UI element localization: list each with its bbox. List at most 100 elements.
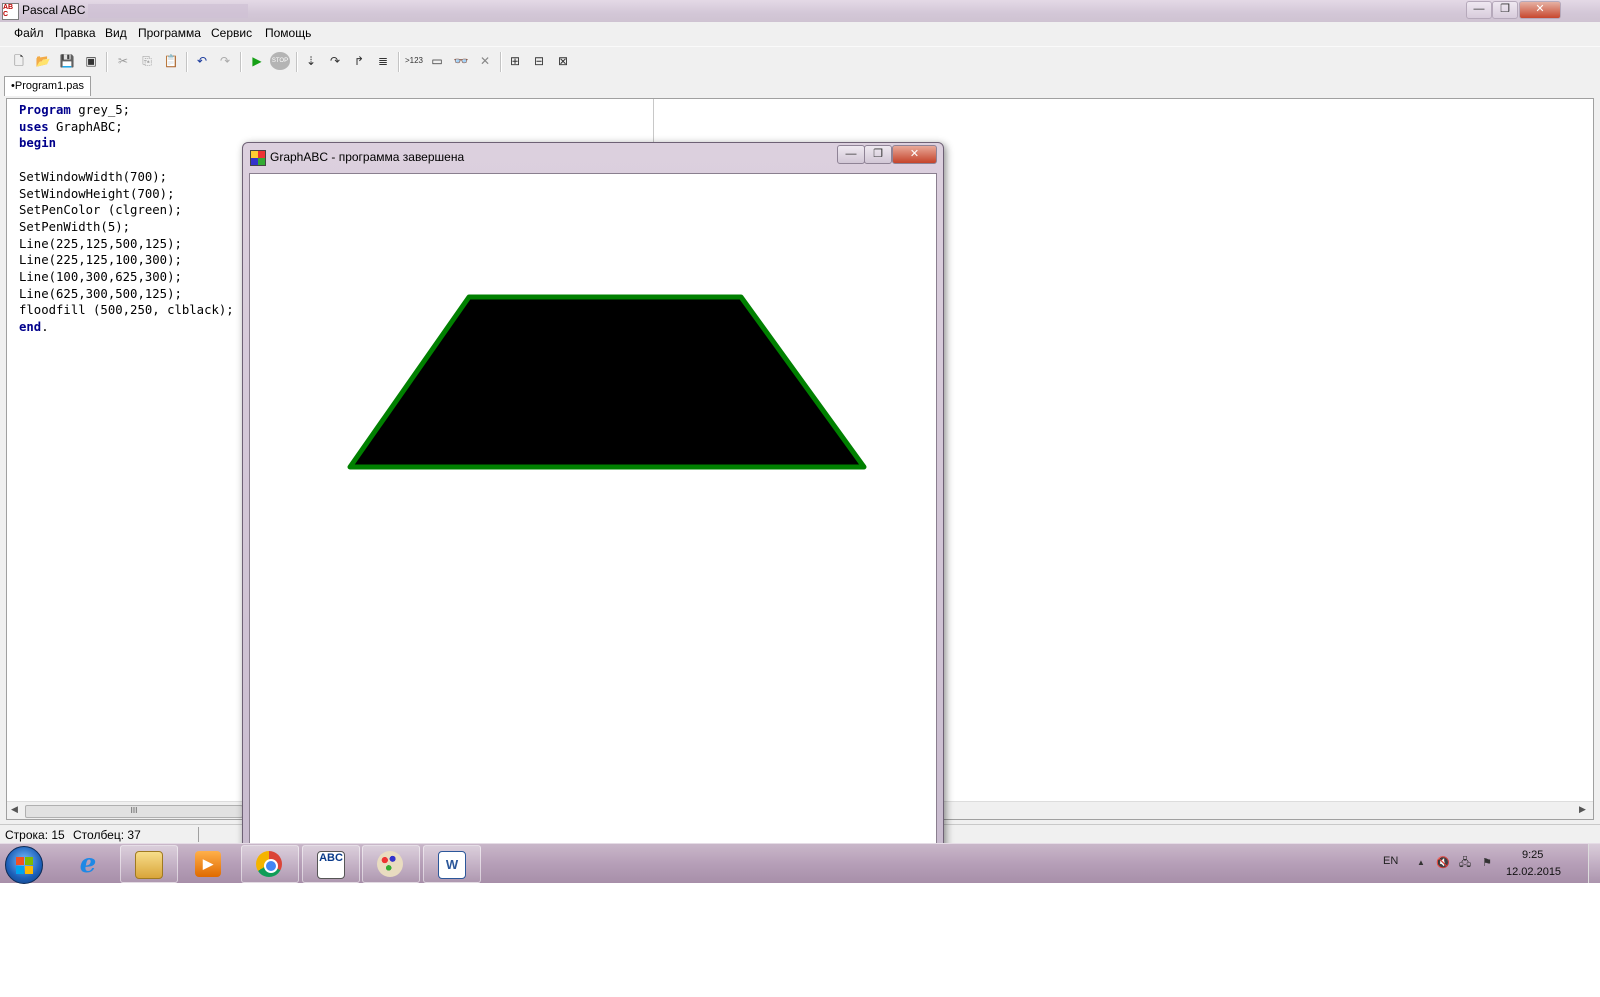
toolbar-separator xyxy=(240,52,242,72)
code-line: Line(100,300,625,300); xyxy=(19,270,182,285)
format-settings-icon[interactable]: ⊠ xyxy=(554,52,572,70)
output-window-icon[interactable]: ▭ xyxy=(428,52,446,70)
code-line: SetWindowHeight(700); xyxy=(19,186,175,201)
cut-icon[interactable]: ✂ xyxy=(114,52,132,70)
status-column: Столбец: 37 xyxy=(73,828,141,842)
tab-strip: •Program1.pas xyxy=(0,76,1600,96)
taskbar-media-player[interactable]: ▶ xyxy=(180,845,238,883)
show-hidden-icons-icon[interactable]: ▲ xyxy=(1414,856,1428,870)
network-icon[interactable]: 🖧 xyxy=(1458,856,1472,870)
graphabc-icon xyxy=(250,150,266,166)
code-text[interactable]: Program grey_5; uses GraphABC; begin Set… xyxy=(19,102,234,336)
stop-icon[interactable]: STOP xyxy=(270,52,290,70)
start-button[interactable] xyxy=(5,846,43,884)
paint-palette-icon xyxy=(377,851,403,877)
graphics-canvas xyxy=(249,173,937,855)
action-center-flag-icon[interactable]: ⚑ xyxy=(1480,856,1494,870)
internet-explorer-icon: e xyxy=(79,849,97,879)
watch-list-icon[interactable]: ≣ xyxy=(374,52,392,70)
graphabc-title: GraphABC - программа завершена xyxy=(270,150,465,164)
maximize-button[interactable]: ❐ xyxy=(1492,1,1518,19)
close-button[interactable]: ✕ xyxy=(1519,1,1561,19)
taskbar-file-explorer[interactable] xyxy=(120,845,178,883)
graphabc-close-button[interactable]: ✕ xyxy=(892,145,937,164)
keyword: end xyxy=(19,320,42,335)
code-line: SetWindowWidth(700); xyxy=(19,169,168,184)
step-over-icon[interactable]: ↷ xyxy=(326,52,344,70)
undo-icon[interactable]: ↶ xyxy=(193,52,211,70)
scroll-thumb[interactable]: III xyxy=(25,805,243,818)
step-into-icon[interactable]: ⇣ xyxy=(302,52,320,70)
scroll-left-icon[interactable]: ◀ xyxy=(11,804,18,815)
clock-time[interactable]: 9:25 xyxy=(1522,849,1543,861)
menu-edit[interactable]: Правка xyxy=(55,26,96,40)
menu-bar: Файл Правка Вид Программа Сервис Помощь xyxy=(0,22,1600,44)
taskbar: e ▶ ABC W EN ▲ 🔇 🖧 ⚑ 9:25 12.02.2015 xyxy=(0,843,1600,884)
graphabc-maximize-button[interactable]: ❐ xyxy=(864,145,892,164)
code-line: SetPenWidth(5); xyxy=(19,219,131,234)
clear-icon[interactable]: ✕ xyxy=(476,52,494,70)
save-all-icon[interactable]: ▣ xyxy=(82,52,100,70)
menu-program[interactable]: Программа xyxy=(138,26,201,40)
redo-icon[interactable]: ↷ xyxy=(216,52,234,70)
taskbar-chrome[interactable] xyxy=(241,845,299,883)
open-folder-icon[interactable]: 📂 xyxy=(34,52,52,70)
glasses-icon[interactable]: 👓 xyxy=(452,52,470,70)
code-line: Line(225,125,100,300); xyxy=(19,253,182,268)
show-desktop-button[interactable] xyxy=(1588,844,1600,883)
graphabc-window: GraphABC - программа завершена — ❐ ✕ xyxy=(242,142,944,855)
taskbar-pascal-abc[interactable]: ABC xyxy=(302,845,360,883)
word-icon: W xyxy=(438,851,466,879)
code-line: . xyxy=(41,320,49,335)
media-player-icon: ▶ xyxy=(195,851,221,877)
counter-icon[interactable]: >123 xyxy=(403,52,425,70)
save-icon[interactable]: 💾 xyxy=(58,52,76,70)
copy-icon[interactable]: ⎘ xyxy=(138,52,156,70)
taskbar-paint[interactable] xyxy=(362,845,420,883)
toolbar: 🗋 📂 💾 ▣ ✂ ⎘ 📋 ↶ ↷ ▶ STOP ⇣ ↷ ↱ ≣ >123 ▭ … xyxy=(0,46,1600,75)
run-icon[interactable]: ▶ xyxy=(248,52,266,70)
chrome-icon xyxy=(256,851,282,877)
windows-logo-icon xyxy=(16,866,24,874)
format-options-icon[interactable]: ⊟ xyxy=(530,52,548,70)
format-code-icon[interactable]: ⊞ xyxy=(506,52,524,70)
code-line: floodfill (500,250, clblack); xyxy=(19,303,234,318)
keyword: begin xyxy=(19,136,57,151)
code-line: Line(625,300,500,125); xyxy=(19,286,182,301)
tab-program1[interactable]: •Program1.pas xyxy=(4,76,91,96)
status-row: Строка: 15 xyxy=(5,828,65,842)
volume-muted-icon[interactable]: 🔇 xyxy=(1436,856,1450,870)
title-blur-decoration xyxy=(88,4,248,18)
menu-file[interactable]: Файл xyxy=(14,26,44,40)
trapezoid-drawing xyxy=(347,294,867,470)
folder-icon xyxy=(135,851,163,879)
toolbar-separator xyxy=(296,52,298,72)
title-bar: AB C Pascal ABC — ❐ ✕ xyxy=(0,0,1600,22)
menu-service[interactable]: Сервис xyxy=(211,26,252,40)
chrome-center xyxy=(264,859,278,873)
windows-logo-icon xyxy=(16,857,24,865)
code-line: Line(225,125,500,125); xyxy=(19,236,182,251)
app-icon: AB C xyxy=(2,3,19,20)
keyword: uses xyxy=(19,119,49,134)
trapezoid-shape xyxy=(347,294,867,470)
windows-logo-icon xyxy=(25,866,33,874)
toolbar-separator xyxy=(398,52,400,72)
code-line: SetPenColor (clgreen); xyxy=(19,203,182,218)
windows-logo-icon xyxy=(25,857,33,865)
taskbar-internet-explorer[interactable]: e xyxy=(60,845,118,883)
new-file-icon[interactable]: 🗋 xyxy=(10,52,28,70)
language-indicator[interactable]: EN xyxy=(1383,855,1398,867)
menu-help[interactable]: Помощь xyxy=(265,26,311,40)
taskbar-word[interactable]: W xyxy=(423,845,481,883)
paste-icon[interactable]: 📋 xyxy=(162,52,180,70)
window-title: Pascal ABC xyxy=(22,3,86,17)
scroll-right-icon[interactable]: ▶ xyxy=(1579,804,1586,815)
menu-view[interactable]: Вид xyxy=(105,26,127,40)
graphabc-minimize-button[interactable]: — xyxy=(837,145,865,164)
toolbar-separator xyxy=(106,52,108,72)
minimize-button[interactable]: — xyxy=(1466,1,1492,19)
step-out-icon[interactable]: ↱ xyxy=(350,52,368,70)
clock-date[interactable]: 12.02.2015 xyxy=(1506,866,1561,878)
toolbar-separator xyxy=(186,52,188,72)
